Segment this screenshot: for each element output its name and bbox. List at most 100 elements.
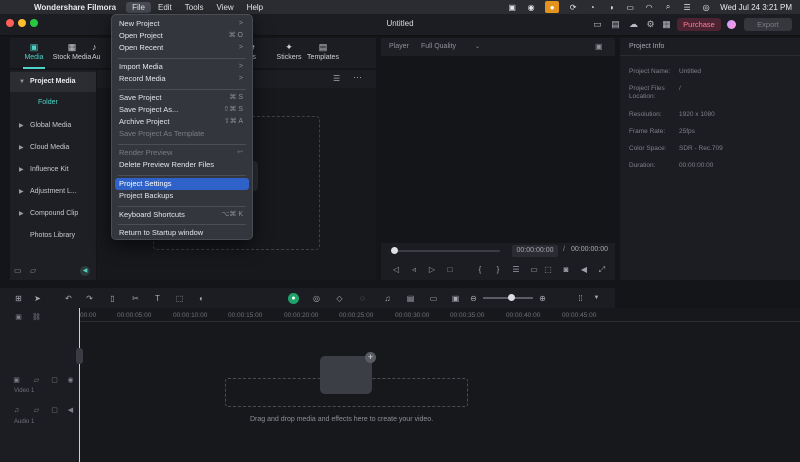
add-track-icon[interactable]: ▣ [14, 313, 23, 322]
more-options-icon[interactable]: ⋯ [353, 72, 362, 83]
layout-icon[interactable]: ▤ [610, 19, 621, 30]
purchase-button[interactable]: Purchase [677, 18, 721, 31]
menu-item-save-project[interactable]: Save Project ⌘ S [115, 92, 249, 104]
sidebar-item-folder[interactable]: Folder [10, 93, 96, 113]
eye-icon[interactable]: ◉ [66, 376, 75, 385]
menubar-copilot-icon[interactable]: ◉ [526, 2, 536, 12]
sidebar-item-cloud-media[interactable]: ▶ Cloud Media [10, 138, 96, 158]
playback-scrubber[interactable] [392, 250, 500, 252]
support-icon[interactable]: ⚙ [645, 19, 656, 30]
menu-help[interactable]: Help [241, 2, 269, 13]
menu-item-project-backups[interactable]: Project Backups [115, 190, 249, 202]
quality-select[interactable]: Full Quality [421, 43, 456, 50]
play-icon[interactable]: ▷ [427, 265, 437, 275]
menu-item-open-project[interactable]: Open Project ⌘ O [115, 30, 249, 42]
menu-item-project-settings[interactable]: Project Settings [115, 178, 249, 190]
menubar-search-icon[interactable]: ⌕ [663, 2, 673, 12]
mask-icon[interactable]: ◌ [357, 293, 368, 304]
caption-icon[interactable]: ⬚ [543, 265, 553, 275]
crop-icon[interactable]: ⬚ [174, 293, 185, 304]
menubar-siri-icon[interactable]: ◎ [701, 2, 711, 12]
mark-out-icon[interactable]: } [493, 265, 503, 275]
new-folder-icon[interactable]: ▭ [14, 266, 22, 275]
tab-stock-media[interactable]: ▦ Stock Media [51, 41, 93, 66]
snapshot-icon[interactable]: ▣ [595, 42, 603, 51]
delete-icon[interactable]: ▯ [107, 293, 118, 304]
folder-icon[interactable]: ▱ [30, 266, 36, 275]
step-back-icon[interactable]: ◃ [409, 265, 419, 275]
color-icon[interactable]: ◐ [196, 293, 207, 304]
menu-item-archive-project[interactable]: Archive Project ⇧⌘ A [115, 116, 249, 128]
menubar-battery-icon[interactable]: ▭ [625, 2, 635, 12]
current-timecode[interactable]: 00:00:00:00 [512, 245, 558, 257]
save-icon[interactable]: ▭ [592, 19, 603, 30]
minimize-window-button[interactable] [18, 19, 26, 27]
menubar-sync-icon[interactable]: ⟳ [568, 2, 578, 12]
speaker-icon[interactable]: ◀ [66, 406, 75, 415]
tab-media[interactable]: ▣ Media [13, 41, 55, 69]
detach-icon[interactable]: ▭ [428, 293, 439, 304]
menu-item-return-to-startup[interactable]: Return to Startup window [115, 227, 249, 239]
text-icon[interactable]: T [152, 293, 163, 304]
scrubber-handle[interactable] [391, 247, 398, 254]
menu-tools[interactable]: Tools [179, 2, 210, 13]
lock-icon[interactable]: ▢ [50, 376, 59, 385]
sidebar-item-photos-library[interactable]: Photos Library [10, 226, 96, 246]
menubar-app-icon[interactable]: ▣ [507, 2, 517, 12]
marker-icon[interactable]: ◇ [334, 293, 345, 304]
folder-icon[interactable]: ▱ [32, 406, 41, 415]
volume-icon[interactable]: ◀ [579, 265, 589, 275]
menu-item-import-media[interactable]: Import Media > [115, 61, 249, 73]
screenshot-icon[interactable]: ◙ [561, 265, 571, 275]
zoom-slider-handle[interactable] [508, 294, 515, 301]
chevron-down-icon[interactable]: ▼ [591, 293, 602, 304]
fullscreen-icon[interactable]: ⤢ [597, 265, 607, 275]
menu-view[interactable]: View [210, 2, 239, 13]
filter-icon[interactable]: ☰ [333, 74, 340, 83]
zoom-out-icon[interactable]: ⊖ [468, 293, 479, 304]
collapse-sidebar-button[interactable]: ◀ [80, 266, 90, 276]
sidebar-item-adjustment-layer[interactable]: ▶ Adjustment L... [10, 182, 96, 202]
menu-item-keyboard-shortcuts[interactable]: Keyboard Shortcuts ⌥⌘ K [115, 209, 249, 221]
sidebar-item-project-media[interactable]: ▼ Project Media [10, 72, 96, 92]
menubar-lock-icon[interactable]: ◑ [606, 2, 616, 12]
playhead[interactable] [79, 308, 80, 462]
playhead-handle[interactable] [76, 348, 83, 364]
lock-icon[interactable]: ▢ [50, 406, 59, 415]
menubar-wifi-icon[interactable]: ◠ [644, 2, 654, 12]
sidebar-item-influence-kit[interactable]: ▶ Influence Kit [10, 160, 96, 180]
tab-templates[interactable]: ▤ Templates [302, 41, 344, 66]
pip-icon[interactable]: ▣ [450, 293, 461, 304]
export-button[interactable]: Export [744, 18, 792, 31]
split-icon[interactable]: ✂ [130, 293, 141, 304]
previous-frame-icon[interactable]: ◁ [391, 265, 401, 275]
redo-icon[interactable]: ↷ [84, 293, 95, 304]
gift-icon[interactable]: ▦ [661, 19, 672, 30]
speed-icon[interactable]: ◎ [311, 293, 322, 304]
avatar[interactable] [727, 20, 736, 29]
menu-item-delete-preview-render-files[interactable]: Delete Preview Render Files [115, 159, 249, 171]
menubar-headphone-icon[interactable]: ◔ [587, 2, 597, 12]
close-window-button[interactable] [6, 19, 14, 27]
tab-audio[interactable]: ♪ Au [92, 41, 112, 66]
menu-item-new-project[interactable]: New Project > [115, 18, 249, 30]
display-options-icon[interactable]: ▭ [529, 265, 539, 275]
mark-in-icon[interactable]: { [475, 265, 485, 275]
menu-file[interactable]: File [126, 1, 151, 13]
timeline-ruler[interactable]: 00:00 00:00:05:00 00:00:10:00 00:00:15:0… [80, 310, 800, 322]
sidebar-item-compound-clip[interactable]: ▶ Compound Clip [10, 204, 96, 224]
microphone-icon[interactable]: ♫ [382, 293, 393, 304]
undo-icon[interactable]: ↶ [63, 293, 74, 304]
link-icon[interactable]: ⛓ [32, 313, 41, 322]
render-icon[interactable]: ● [288, 293, 299, 304]
menu-item-open-recent[interactable]: Open Recent > [115, 42, 249, 54]
menubar-clock[interactable]: Wed Jul 24 3:21 PM [720, 3, 792, 12]
zoom-window-button[interactable] [30, 19, 38, 27]
menubar-record-icon[interactable]: ● [545, 1, 560, 13]
render-options-icon[interactable]: ☰ [511, 265, 521, 275]
stop-icon[interactable]: □ [445, 265, 455, 275]
select-tool-icon[interactable]: ➤ [32, 293, 43, 304]
grid-view-icon[interactable]: ⁞⁞ [575, 293, 586, 304]
add-media-icon[interactable]: + [365, 352, 376, 363]
menubar-control-center-icon[interactable]: ☰ [682, 2, 692, 12]
